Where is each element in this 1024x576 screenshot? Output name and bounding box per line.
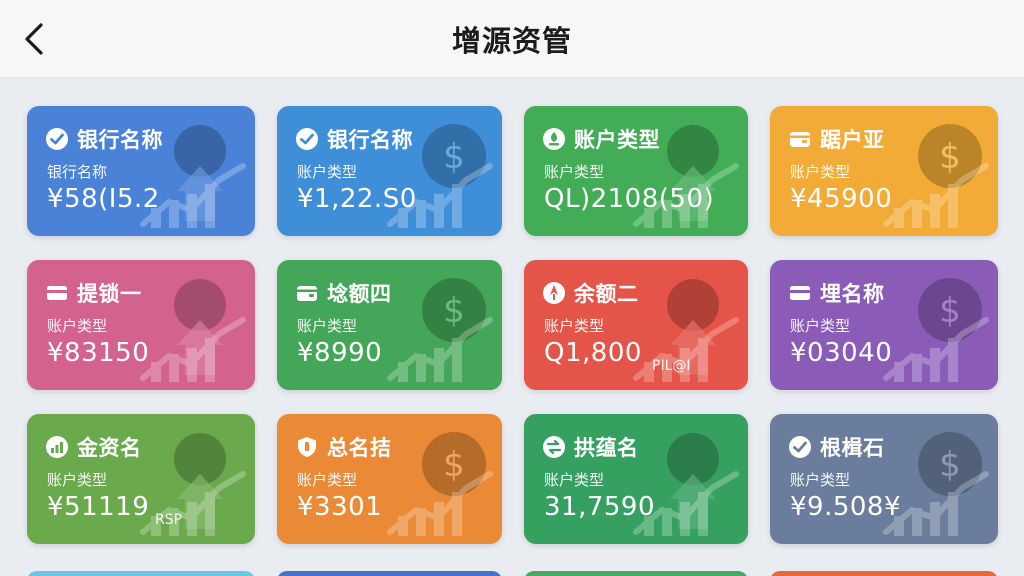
card-name: 银行名称 [77,128,163,152]
card-name: 踞户亚 [820,128,885,152]
account-card-partial[interactable] [524,571,748,576]
decorative-graphic: $ [422,432,486,496]
decorative-graphic [140,317,246,382]
card-amount: 31,7590 [544,492,656,522]
decorative-graphic [174,279,226,375]
account-card-grid: 银行名称 银行名称 ¥58(I5.2 $ 银行名称 账户类型 ¥1,22.S0 … [27,106,998,544]
card-subtitle: 账户类型 [544,163,605,181]
decorative-graphic: $ [918,278,982,342]
card-icon [788,281,812,305]
check-badge-icon [788,435,812,459]
account-card[interactable]: $ 总名拮 账户类型 ¥3301 [277,414,502,544]
card-subtitle: 账户类型 [297,317,358,335]
card-name: 账户类型 [574,128,660,152]
card-amount: ¥8990 [297,338,383,368]
account-card[interactable]: 余额二 账户类型 Q1,800 PIL@I [524,260,748,390]
card-amount: ¥45900 [790,184,893,214]
decorative-graphic [883,163,989,228]
decorative-graphic [174,125,226,221]
decorative-graphic: $ [422,278,486,342]
card-name: 总名拮 [327,436,392,460]
decorative-graphic [667,433,719,529]
card-subtitle: 账户类型 [47,471,108,489]
decorative-graphic [387,471,493,536]
leaf-badge-icon [542,127,566,151]
account-card[interactable]: 银行名称 银行名称 ¥58(I5.2 [27,106,255,236]
top-bar: 增源资管 [0,0,1024,78]
account-card[interactable]: $ 根楫石 账户类型 ¥9.508¥ [770,414,998,544]
flame-icon [542,281,566,305]
check-badge-icon [45,127,69,151]
card-name: 埝额四 [327,282,392,306]
chevron-left-icon [25,23,43,55]
swap-icon [542,435,566,459]
card-name: 金资名 [77,436,142,460]
card-subtitle: 账户类型 [297,163,358,181]
account-card[interactable]: $ 银行名称 账户类型 ¥1,22.S0 [277,106,502,236]
card-subtitle: 账户类型 [790,471,851,489]
svg-text:$: $ [443,445,465,485]
account-card[interactable]: $ 埋名称 账户类型 ¥03040 [770,260,998,390]
check-badge-icon [295,127,319,151]
card-amount: ¥1,22.S0 [297,184,417,214]
account-card-partial[interactable] [27,571,255,576]
svg-text:$: $ [939,445,961,485]
chart-badge-icon [45,435,69,459]
card-name: 提锁一 [77,282,142,306]
card-icon [45,281,69,305]
decorative-graphic [883,317,989,382]
account-card[interactable]: $ 踞户亚 账户类型 ¥45900 [770,106,998,236]
account-card[interactable]: 账户类型 账户类型 QL)2108(50) [524,106,748,236]
decorative-graphic: $ [918,432,982,496]
card-amount: ¥51119 [47,492,150,522]
decorative-graphic [387,317,493,382]
card-subtitle: 账户类型 [544,317,605,335]
svg-text:$: $ [443,291,465,331]
card-name: 拱蕴名 [574,436,639,460]
card-tag: RSP [155,512,183,528]
shield-icon [295,435,319,459]
wallet-icon [788,127,812,151]
back-button[interactable] [14,18,54,60]
account-card-partial[interactable] [770,571,998,576]
card-subtitle: 账户类型 [544,471,605,489]
card-subtitle: 账户类型 [790,317,851,335]
account-card[interactable]: 拱蕴名 账户类型 31,7590 [524,414,748,544]
card-amount: ¥58(I5.2 [47,184,160,214]
account-card[interactable]: 金资名 账户类型 ¥51119 RSP [27,414,255,544]
svg-text:$: $ [939,137,961,177]
card-amount: Q1,800 [544,338,642,368]
card-subtitle: 账户类型 [790,163,851,181]
account-card[interactable]: $ 埝额四 账户类型 ¥8990 [277,260,502,390]
decorative-graphic: $ [422,124,486,188]
card-amount: ¥83150 [47,338,150,368]
card-amount: ¥03040 [790,338,893,368]
account-card-partial[interactable] [277,571,502,576]
account-card[interactable]: 提锁一 账户类型 ¥83150 [27,260,255,390]
card-subtitle: 银行名称 [47,163,108,181]
card-subtitle: 账户类型 [47,317,108,335]
card-amount: ¥9.508¥ [790,492,902,522]
card-name: 根楫石 [820,436,885,460]
card-subtitle: 账户类型 [297,471,358,489]
card-tag: PIL@I [652,358,691,374]
card-name: 银行名称 [327,128,413,152]
card-name: 埋名称 [820,282,885,306]
svg-text:$: $ [443,137,465,177]
page-title: 增源资管 [451,23,572,58]
card-name: 余额二 [574,282,639,306]
wallet-icon [295,281,319,305]
card-amount: ¥3301 [297,492,383,522]
card-amount: QL)2108(50) [544,184,715,214]
decorative-graphic: $ [918,124,982,188]
svg-text:$: $ [939,291,961,331]
